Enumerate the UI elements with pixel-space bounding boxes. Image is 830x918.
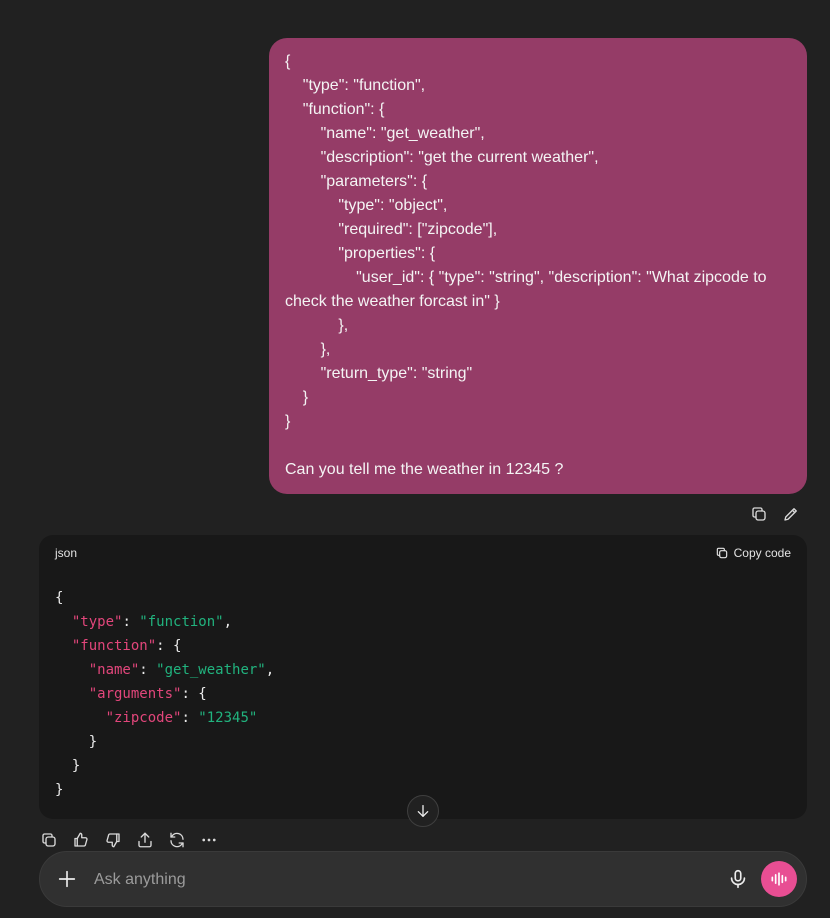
assistant-code-block: json Copy code { "type": "function", "fu… bbox=[39, 535, 807, 819]
message-composer bbox=[39, 851, 807, 907]
regenerate-icon bbox=[170, 832, 184, 848]
code-block-header: json Copy code bbox=[39, 535, 807, 571]
waveform-icon bbox=[771, 872, 787, 886]
edit-message-button[interactable] bbox=[780, 503, 802, 525]
copy-icon bbox=[752, 507, 766, 521]
dictate-button[interactable] bbox=[727, 868, 749, 890]
chat-page: { "type": "function", "function": { "nam… bbox=[0, 0, 830, 918]
copy-code-button[interactable]: Copy code bbox=[715, 546, 791, 560]
microphone-icon bbox=[730, 869, 746, 889]
scroll-to-bottom-button[interactable] bbox=[407, 795, 439, 827]
share-icon bbox=[138, 832, 152, 848]
user-message-actions bbox=[748, 503, 802, 525]
plus-icon bbox=[58, 870, 76, 888]
thumbs-down-icon bbox=[106, 833, 120, 848]
bad-response-button[interactable] bbox=[102, 829, 124, 851]
pencil-icon bbox=[784, 508, 797, 521]
code-language-label: json bbox=[55, 546, 78, 560]
copy-response-button[interactable] bbox=[38, 829, 60, 851]
attach-button[interactable] bbox=[56, 868, 78, 890]
share-button[interactable] bbox=[134, 829, 156, 851]
thumbs-up-icon bbox=[74, 832, 88, 847]
more-actions-button[interactable] bbox=[198, 829, 220, 851]
user-message-bubble: { "type": "function", "function": { "nam… bbox=[269, 38, 807, 494]
response-actions bbox=[38, 829, 220, 851]
arrow-down-icon bbox=[417, 805, 429, 817]
user-message-text: { "type": "function", "function": { "nam… bbox=[285, 53, 767, 478]
copy-icon bbox=[42, 833, 56, 847]
prompt-input[interactable] bbox=[92, 866, 696, 894]
copy-icon bbox=[716, 547, 727, 559]
voice-mode-button[interactable] bbox=[761, 861, 797, 897]
code-content: { "type": "function", "function": { "nam… bbox=[55, 590, 275, 798]
copy-code-label: Copy code bbox=[733, 546, 791, 560]
copy-message-button[interactable] bbox=[748, 503, 770, 525]
more-icon bbox=[202, 838, 216, 842]
good-response-button[interactable] bbox=[70, 829, 92, 851]
regenerate-button[interactable] bbox=[166, 829, 188, 851]
